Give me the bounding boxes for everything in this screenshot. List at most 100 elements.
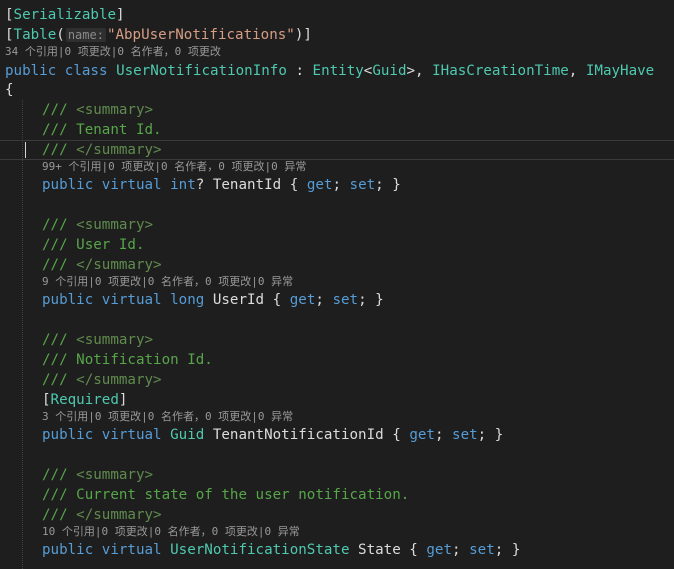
code-token: set <box>349 177 376 193</box>
code-token: ( <box>56 27 65 43</box>
code-line[interactable]: /// </summary> <box>42 370 162 390</box>
code-token: <summary> <box>76 102 154 118</box>
code-line[interactable]: /// <summary> <box>42 215 153 235</box>
code-line[interactable]: /// </summary> <box>42 505 162 525</box>
codelens-line[interactable]: 9 个引用|0 项更改|0 名作者，0 项更改|0 异常 <box>42 275 293 289</box>
code-token: UserNotificationInfo <box>116 63 287 79</box>
code-token: Table <box>13 27 57 43</box>
code-line[interactable]: /// Notification Id. <box>42 350 213 370</box>
code-token: UserId { <box>204 292 290 308</box>
code-line[interactable]: [Serializable] <box>5 5 125 25</box>
code-token: public <box>42 542 94 558</box>
code-token: virtual <box>101 427 162 443</box>
code-token: "AbpUserNotifications" <box>106 27 295 43</box>
code-token: <summary> <box>76 332 154 348</box>
code-token: ; } <box>477 427 504 443</box>
code-token: ; <box>332 177 350 193</box>
codelens-line[interactable]: 99+ 个引用|0 项更改|0 名作者，0 项更改|0 异常 <box>42 160 306 174</box>
code-token: </summary> <box>76 257 162 273</box>
code-token: /// <box>42 372 77 388</box>
codelens-line[interactable]: 10 个引用|0 项更改|0 名作者，0 项更改|0 异常 <box>42 525 300 539</box>
code-token: /// Current state of the user notificati… <box>42 487 410 503</box>
code-token: set <box>452 427 478 443</box>
code-token: Serializable <box>13 7 117 23</box>
code-token: get <box>426 542 453 558</box>
code-token: /// <box>42 142 77 158</box>
code-line[interactable]: /// User Id. <box>42 235 145 255</box>
indent-guide <box>22 100 23 569</box>
code-token: long <box>170 292 205 308</box>
text-cursor <box>25 142 26 158</box>
code-token: >, <box>406 63 433 79</box>
inlay-hint: name: <box>65 28 106 42</box>
code-token: public <box>5 63 57 79</box>
code-token: Entity <box>312 63 364 79</box>
code-token: /// Notification Id. <box>42 352 213 368</box>
code-token: IHasCreationTime <box>432 63 569 79</box>
code-line[interactable]: /// Current state of the user notificati… <box>42 485 409 505</box>
code-token: <summary> <box>76 217 154 233</box>
code-token: /// <box>42 257 77 273</box>
code-token: ] <box>116 7 125 23</box>
code-token: /// <box>42 332 77 348</box>
code-line[interactable]: public virtual int? TenantId { get; set;… <box>42 175 401 195</box>
code-token: [ <box>5 7 14 23</box>
code-line[interactable]: [Table(name: "AbpUserNotifications")] <box>5 25 312 45</box>
code-line[interactable]: /// </summary> <box>42 140 162 160</box>
code-token: : <box>286 63 313 79</box>
code-line[interactable]: { <box>5 80 14 100</box>
code-token: 99+ 个引用|0 项更改|0 名作者，0 项更改|0 异常 <box>42 160 307 173</box>
code-token: [ <box>5 27 14 43</box>
code-line[interactable]: [Required] <box>42 390 127 410</box>
code-token: ; } <box>494 542 521 558</box>
code-token: class <box>64 63 108 79</box>
code-token: ; <box>315 292 333 308</box>
code-editor[interactable]: [Serializable] [Table(name: "AbpUserNotifi… <box>0 0 674 569</box>
code-line[interactable]: /// <summary> <box>42 100 153 120</box>
code-token: ; } <box>375 177 401 193</box>
code-token: public <box>42 427 94 443</box>
code-token: virtual <box>101 177 162 193</box>
code-line[interactable]: /// <summary> <box>42 465 153 485</box>
code-line[interactable]: public virtual UserNotificationState Sta… <box>42 540 520 560</box>
code-token: ; } <box>358 292 384 308</box>
code-token: Guid <box>372 63 407 79</box>
code-token: /// <box>42 102 77 118</box>
code-line[interactable]: public class UserNotificationInfo : Enti… <box>5 61 654 81</box>
code-token: { <box>5 82 14 98</box>
code-line[interactable]: /// </summary> <box>42 255 162 275</box>
code-line[interactable]: /// <summary> <box>42 330 153 350</box>
code-line[interactable]: public virtual long UserId { get; set; } <box>42 290 384 310</box>
code-token: <summary> <box>76 467 154 483</box>
code-token: /// User Id. <box>42 237 145 253</box>
code-token: ] <box>118 392 128 408</box>
code-token: virtual <box>101 542 162 558</box>
code-token: Guid <box>170 427 205 443</box>
code-line[interactable]: /// Tenant Id. <box>42 120 162 140</box>
code-token: )] <box>294 27 312 43</box>
code-token: set <box>332 292 359 308</box>
code-token: State { <box>349 542 427 558</box>
code-token: ; <box>452 542 470 558</box>
code-token: public <box>42 292 94 308</box>
code-token: public <box>42 177 94 193</box>
code-token: 34 个引用|0 项更改|0 名作者，0 项更改 <box>5 45 221 58</box>
codelens-line[interactable]: 3 个引用|0 项更改|0 名作者，0 项更改|0 异常 <box>42 410 293 424</box>
code-token: 3 个引用|0 项更改|0 名作者，0 项更改|0 异常 <box>42 410 294 423</box>
code-line[interactable]: public virtual Guid TenantNotificationId… <box>42 425 503 445</box>
codelens-line[interactable]: 34 个引用|0 项更改|0 名作者，0 项更改 <box>5 45 221 59</box>
code-token: TenantNotificationId { <box>204 427 410 443</box>
code-token: </summary> <box>76 142 162 158</box>
code-token: ; <box>434 427 453 443</box>
code-token: /// <box>42 217 77 233</box>
